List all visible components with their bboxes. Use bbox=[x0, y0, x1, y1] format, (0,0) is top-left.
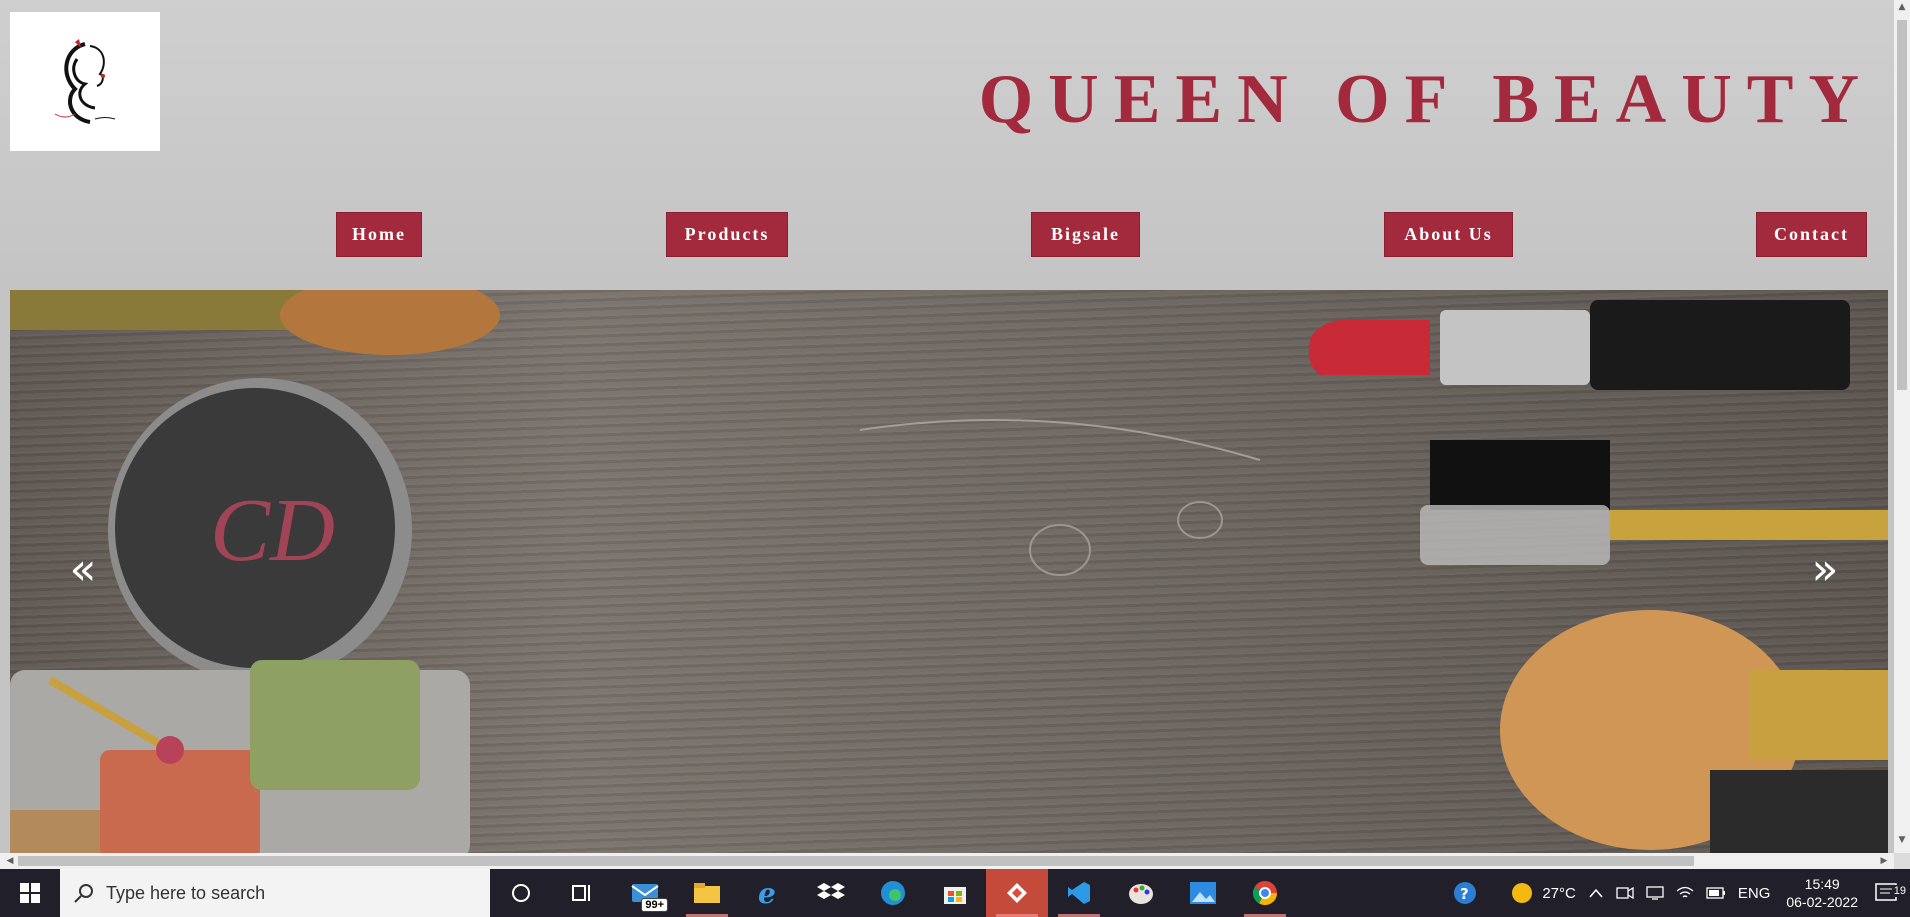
taskbar-vscode[interactable] bbox=[1048, 869, 1110, 917]
browser-page: QUEEN OF BEAUTY Home Products Bigsale Ab… bbox=[0, 0, 1894, 853]
sun-icon bbox=[1512, 883, 1533, 903]
taskbar-dropbox[interactable] bbox=[800, 869, 862, 917]
internet-explorer-icon: e bbox=[758, 879, 776, 907]
help-tray-item[interactable]: ? bbox=[1446, 880, 1484, 906]
scroll-down-icon[interactable]: ▼ bbox=[1894, 835, 1910, 851]
svg-text:e: e bbox=[758, 879, 776, 907]
store-bag-icon bbox=[944, 887, 966, 904]
search-icon bbox=[74, 884, 93, 903]
taskbar-internet-explorer[interactable]: e bbox=[738, 869, 800, 917]
cortana-circle-icon bbox=[512, 884, 530, 902]
clock-time: 15:49 bbox=[1804, 876, 1840, 892]
clock-date: 06-02-2022 bbox=[1786, 894, 1858, 910]
nav-bigsale-button[interactable]: Bigsale bbox=[1031, 212, 1140, 257]
battery-tray[interactable] bbox=[1700, 886, 1732, 900]
display-icon bbox=[1646, 886, 1664, 900]
chrome-icon bbox=[1252, 881, 1277, 906]
start-button[interactable] bbox=[0, 869, 60, 917]
mail-badge: 99+ bbox=[641, 898, 668, 912]
weather-tray-item[interactable]: 27°C bbox=[1504, 881, 1582, 905]
nav-products-button[interactable]: Products bbox=[666, 212, 788, 257]
nav-about-us-button[interactable]: About Us bbox=[1384, 212, 1513, 257]
vertical-scroll-thumb[interactable] bbox=[1897, 20, 1907, 390]
scroll-left-icon[interactable]: ◀ bbox=[2, 853, 18, 869]
folder-icon bbox=[694, 883, 720, 903]
wifi-tray[interactable] bbox=[1670, 885, 1700, 901]
taskbar-file-explorer[interactable] bbox=[676, 869, 738, 917]
carousel-prev-button[interactable]: « bbox=[58, 545, 108, 595]
meet-now-tray[interactable] bbox=[1610, 885, 1640, 901]
clock[interactable]: 15:49 06-02-2022 bbox=[1776, 875, 1868, 911]
horizontal-scroll-thumb[interactable] bbox=[18, 856, 1694, 866]
anydesk-icon bbox=[1007, 883, 1027, 903]
notification-center-button[interactable]: 19 bbox=[1868, 881, 1910, 905]
carousel-next-button[interactable]: » bbox=[1800, 545, 1850, 595]
camera-icon bbox=[1616, 886, 1634, 900]
photos-icon bbox=[1190, 882, 1216, 904]
hero-carousel: CD « » bbox=[10, 290, 1888, 853]
display-tray[interactable] bbox=[1640, 885, 1670, 901]
system-tray: ? 27°C ENG 15:49 06-02-2022 19 bbox=[1446, 869, 1910, 917]
taskbar-search-box[interactable]: Type here to search bbox=[60, 869, 490, 917]
cosmetics-slide-image: CD bbox=[10, 290, 1888, 853]
site-logo[interactable] bbox=[10, 12, 160, 151]
taskbar-paint[interactable] bbox=[1110, 869, 1172, 917]
site-title: QUEEN OF BEAUTY bbox=[978, 61, 1874, 138]
scroll-up-icon[interactable]: ▲ bbox=[1894, 2, 1910, 18]
scrollbar-corner bbox=[1894, 853, 1910, 869]
beauty-face-logo-icon bbox=[54, 39, 116, 124]
taskbar-chrome[interactable] bbox=[1234, 869, 1296, 917]
task-view-icon bbox=[572, 885, 590, 901]
search-placeholder: Type here to search bbox=[106, 882, 266, 903]
svg-text:CD: CD bbox=[210, 481, 335, 580]
dropbox-icon bbox=[817, 883, 845, 899]
taskbar-photos[interactable] bbox=[1172, 869, 1234, 917]
scroll-right-icon[interactable]: ▶ bbox=[1876, 853, 1892, 869]
battery-icon bbox=[1706, 887, 1725, 899]
chevron-up-icon bbox=[1589, 888, 1603, 898]
taskbar-edge[interactable] bbox=[862, 869, 924, 917]
nav-contact-button[interactable]: Contact bbox=[1756, 212, 1867, 257]
notification-count: 19 bbox=[1893, 885, 1906, 897]
horizontal-scrollbar[interactable]: ◀ ▶ bbox=[0, 853, 1894, 869]
taskbar-anydesk[interactable] bbox=[986, 869, 1048, 917]
weather-temperature: 27°C bbox=[1542, 884, 1576, 902]
taskbar-store[interactable] bbox=[924, 869, 986, 917]
wifi-icon bbox=[1676, 886, 1694, 898]
windows-logo-icon bbox=[20, 883, 40, 903]
vertical-scrollbar[interactable]: ▲ ▼ bbox=[1894, 0, 1910, 853]
help-icon: ? bbox=[1454, 882, 1477, 904]
language-indicator[interactable]: ENG bbox=[1732, 885, 1777, 902]
cortana-button[interactable] bbox=[490, 869, 552, 917]
taskbar: Type here to search 99+ e ? 27°C ENG 15:… bbox=[0, 869, 1910, 917]
show-hidden-icons[interactable] bbox=[1582, 887, 1610, 899]
vscode-icon bbox=[1068, 882, 1090, 904]
edge-icon bbox=[881, 881, 905, 905]
nav-home-button[interactable]: Home bbox=[336, 212, 422, 257]
taskbar-mail-app[interactable]: 99+ bbox=[614, 869, 676, 917]
task-view-button[interactable] bbox=[552, 869, 614, 917]
svg-text:?: ? bbox=[1460, 885, 1469, 903]
paint-palette-icon bbox=[1129, 884, 1153, 904]
